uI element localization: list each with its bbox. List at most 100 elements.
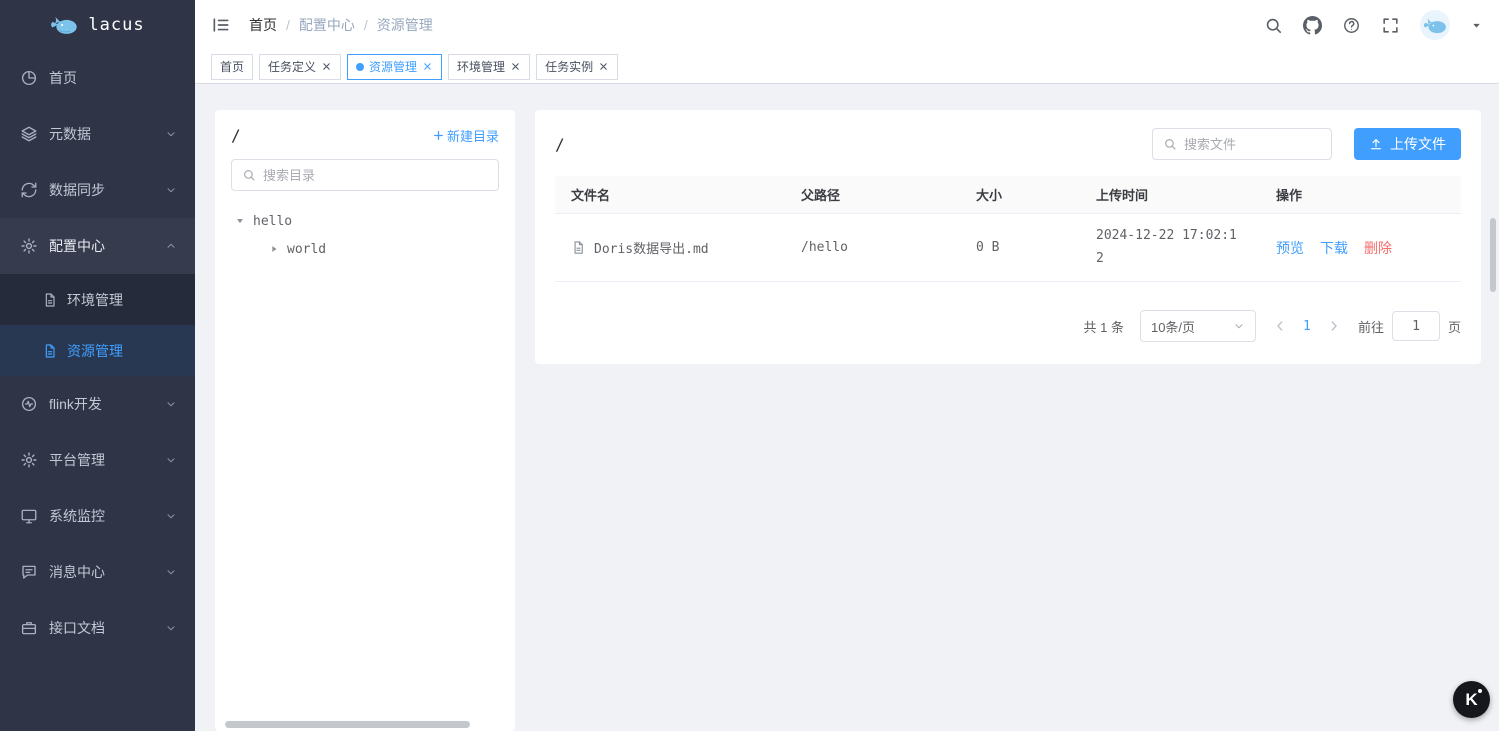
whale-logo-icon: [51, 16, 78, 34]
tree-expanded-caret-icon[interactable]: [235, 216, 245, 226]
search-icon: [244, 170, 255, 181]
tree-collapsed-caret-icon[interactable]: [269, 244, 279, 254]
tree-node-world[interactable]: world: [231, 235, 499, 263]
next-page-icon[interactable]: [1326, 318, 1342, 334]
navbar-actions: [1264, 10, 1483, 40]
column-header-filename: 文件名: [571, 188, 611, 203]
help-icon[interactable]: [1342, 16, 1361, 35]
active-tab-dot: [356, 62, 365, 71]
sidebar-item-label: 接口文档: [49, 620, 105, 636]
monitor-icon: [21, 509, 37, 524]
goto-page-input[interactable]: [1391, 311, 1440, 341]
breadcrumb: 首页 / 配置中心 / 资源管理: [249, 15, 433, 35]
chevron-down-icon: [167, 132, 175, 137]
app-name: lacus: [88, 15, 145, 35]
sidebar-item-env-management[interactable]: 环境管理: [0, 274, 195, 325]
sidebar-item-resource-management[interactable]: 资源管理: [0, 325, 195, 376]
file-icon: [574, 241, 583, 254]
chevron-down-icon: [167, 458, 175, 463]
upload-file-button[interactable]: 上传文件: [1354, 128, 1461, 160]
main-content: / 新建目录 hello world /: [195, 84, 1499, 731]
tab-label: 首页: [220, 60, 245, 74]
file-name-cell: Doris数据导出.md: [555, 238, 785, 257]
sidebar-item-data-sync[interactable]: 数据同步: [0, 162, 195, 218]
close-icon[interactable]: [321, 61, 332, 72]
size-cell: 0 B: [976, 240, 1000, 255]
page-unit-label: 页: [1447, 319, 1461, 335]
close-icon[interactable]: [422, 61, 433, 72]
tab-env-management[interactable]: 环境管理: [448, 53, 531, 80]
delete-link[interactable]: 删除: [1364, 238, 1392, 258]
directory-panel: / 新建目录 hello world: [215, 110, 515, 731]
directory-tree: hello world: [231, 207, 499, 263]
prev-page-icon[interactable]: [1272, 318, 1288, 334]
sidebar-item-label: 首页: [49, 70, 77, 86]
actions-cell: 预览 下载 删除: [1260, 238, 1461, 258]
column-header-actions: 操作: [1276, 188, 1303, 203]
pager: 1: [1272, 318, 1342, 334]
github-icon[interactable]: [1303, 15, 1322, 35]
close-icon[interactable]: [598, 61, 609, 72]
chevron-down-icon: [167, 188, 175, 193]
breadcrumb-resource-management: 资源管理: [376, 17, 433, 33]
sidebar-item-metadata[interactable]: 元数据: [0, 106, 195, 162]
collapse-sidebar-icon[interactable]: [211, 15, 231, 35]
breadcrumb-separator: /: [363, 17, 368, 33]
preview-link[interactable]: 预览: [1276, 238, 1304, 258]
horizontal-scrollbar[interactable]: [225, 721, 470, 728]
sidebar-item-label: 配置中心: [49, 238, 105, 254]
breadcrumb-home[interactable]: 首页: [249, 15, 277, 35]
chevron-up-icon: [167, 243, 175, 248]
sidebar-item-platform-management[interactable]: 平台管理: [0, 432, 195, 488]
tab-resource-management[interactable]: 资源管理: [347, 53, 443, 80]
breadcrumb-config-center: 配置中心: [298, 17, 355, 33]
directory-path: /: [231, 126, 241, 145]
tree-node-label: world: [287, 241, 327, 257]
sidebar-item-system-monitor[interactable]: 系统监控: [0, 488, 195, 544]
search-icon[interactable]: [1264, 16, 1283, 35]
new-directory-label: 新建目录: [446, 129, 499, 144]
page-size-select[interactable]: 10条/页: [1139, 310, 1256, 342]
vertical-scrollbar[interactable]: [1490, 218, 1496, 292]
file-panel: / 上传文件 文件名 父路径 大小 上传时间 操作: [535, 110, 1481, 364]
download-link[interactable]: 下载: [1320, 238, 1348, 258]
whale-avatar-icon: [1423, 17, 1446, 33]
app-logo: lacus: [0, 0, 195, 50]
caret-down-icon[interactable]: [1470, 19, 1483, 32]
user-avatar[interactable]: [1420, 10, 1450, 40]
directory-search-input[interactable]: [263, 167, 488, 183]
tab-home[interactable]: 首页: [211, 53, 254, 80]
sidebar-item-label: 数据同步: [49, 182, 105, 198]
sidebar-item-config-center[interactable]: 配置中心: [0, 218, 195, 274]
document-icon: [45, 292, 55, 307]
sidebar-item-home[interactable]: 首页: [0, 50, 195, 106]
layers-icon: [21, 126, 37, 142]
tab-task-definition[interactable]: 任务定义: [259, 53, 342, 80]
sidebar-item-flink-dev[interactable]: flink开发: [0, 376, 195, 432]
upload-icon: [1371, 139, 1381, 150]
tags-view-bar: 首页 任务定义 资源管理 环境管理 任务实例: [195, 50, 1499, 84]
k-floating-badge[interactable]: K: [1453, 681, 1490, 718]
tree-node-hello[interactable]: hello: [231, 207, 499, 235]
new-directory-button[interactable]: 新建目录: [432, 126, 499, 145]
tab-label: 资源管理: [369, 60, 418, 74]
sidebar-item-api-docs[interactable]: 接口文档: [0, 600, 195, 656]
column-header-size: 大小: [976, 188, 1003, 203]
sidebar-item-message-center[interactable]: 消息中心: [0, 544, 195, 600]
top-navbar: 首页 / 配置中心 / 资源管理: [195, 0, 1499, 50]
page-size-value: 10条/页: [1150, 319, 1196, 335]
tab-task-instance[interactable]: 任务实例: [536, 53, 619, 80]
sidebar-item-label: 元数据: [49, 126, 91, 142]
k-badge-label: K: [1465, 689, 1478, 709]
fullscreen-icon[interactable]: [1381, 16, 1400, 35]
current-page[interactable]: 1: [1298, 319, 1316, 334]
file-search-input[interactable]: [1184, 136, 1321, 152]
chevron-down-icon: [167, 514, 175, 519]
search-icon: [1165, 139, 1176, 150]
plus-icon: [434, 131, 443, 140]
tab-label: 任务定义: [268, 60, 317, 74]
sync-icon: [21, 182, 37, 198]
sidebar-item-label: flink开发: [49, 396, 102, 412]
sidebar-item-label: 消息中心: [49, 564, 105, 580]
close-icon[interactable]: [510, 61, 521, 72]
